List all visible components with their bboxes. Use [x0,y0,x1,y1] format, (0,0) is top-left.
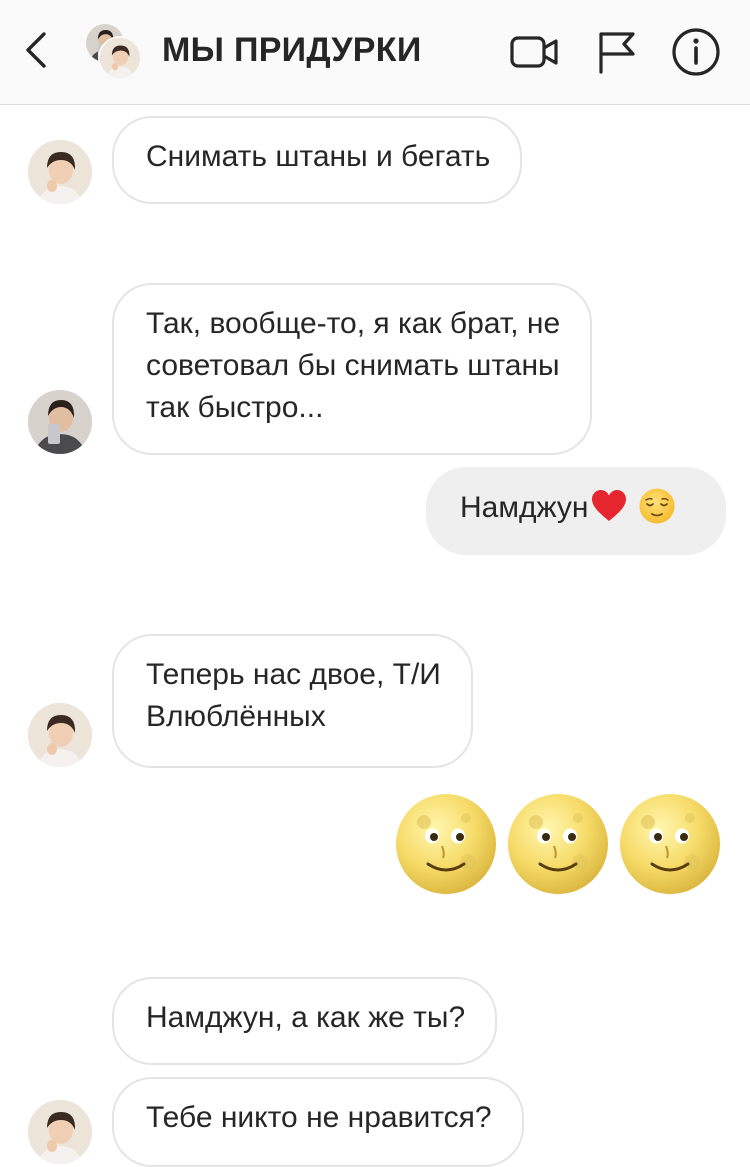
chat-header: МЫ ПРИДУРКИ [0,0,750,105]
message-text: Намджун, а как же ты? [146,1001,466,1034]
sender-avatar[interactable] [28,1100,92,1164]
video-camera-icon[interactable] [508,26,560,78]
sender-avatar[interactable] [28,140,92,204]
message-text: Тебе никто не нравится? [146,1101,492,1134]
message-text: Снимать штаны и бегать [146,140,491,173]
message-text: Теперь нас двое, Т/И [146,658,441,691]
message-text: советовал бы снимать штаны [146,349,560,382]
message-bubble-outgoing[interactable]: Намджун [426,467,726,555]
red-heart-icon [590,489,628,523]
message-bubble[interactable]: Так, вообще-то, я как брат, не советовал… [112,283,593,455]
message-bubble[interactable]: Снимать штаны и бегать [112,116,523,204]
full-moon-face-icon[interactable] [506,792,610,896]
message-bubble[interactable]: Теперь нас двое, Т/И Влюблённых [112,634,473,768]
message-bubble[interactable]: Тебе никто не нравится? [112,1077,524,1167]
full-moon-face-icon[interactable] [394,792,498,896]
flag-icon[interactable] [593,26,645,78]
back-chevron-icon[interactable] [20,30,54,70]
sender-avatar[interactable] [28,390,92,454]
group-avatar[interactable] [84,22,142,80]
relieved-face-icon [638,487,676,525]
message-text: Влюблённых [146,700,326,733]
message-text: Так, вообще-то, я как брат, не [146,307,561,340]
message-bubble[interactable]: Намджун, а как же ты? [112,977,498,1065]
member-avatar [98,36,142,80]
message-text: так быстро... [146,391,324,424]
info-icon[interactable] [670,26,722,78]
full-moon-face-icon[interactable] [618,792,722,896]
sender-avatar[interactable] [28,703,92,767]
chat-title[interactable]: МЫ ПРИДУРКИ [162,31,422,70]
message-text: Намджун [460,491,589,524]
